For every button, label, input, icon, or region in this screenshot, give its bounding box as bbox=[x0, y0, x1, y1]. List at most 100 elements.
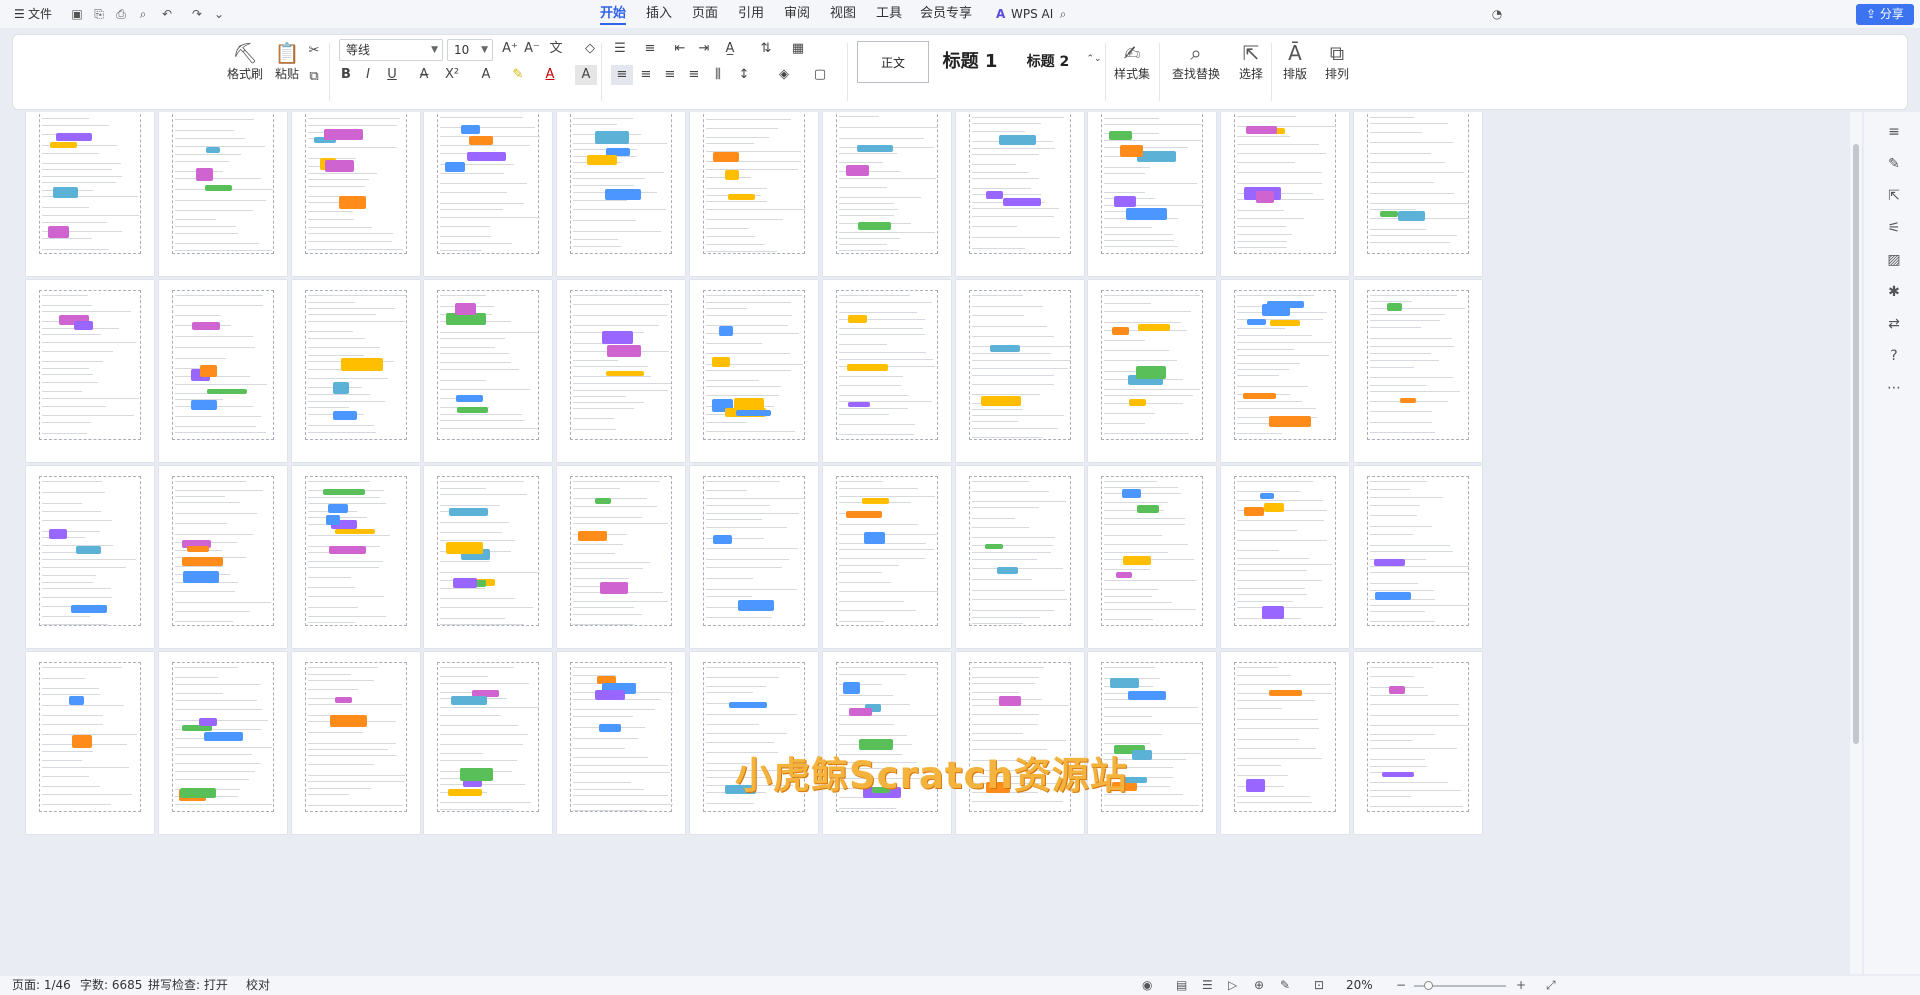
tab-home[interactable]: 开始 bbox=[600, 5, 627, 25]
italic-icon[interactable]: I bbox=[357, 65, 379, 85]
document-canvas[interactable] bbox=[14, 112, 1856, 974]
layout-button[interactable]: Ā 排版 bbox=[1275, 41, 1315, 82]
save-icon[interactable]: ▣ bbox=[68, 5, 86, 23]
document-page-thumbnail[interactable] bbox=[1354, 652, 1482, 834]
format-painter-button[interactable]: ⛏ 格式刷 bbox=[225, 41, 265, 82]
document-page-thumbnail[interactable] bbox=[955, 652, 1084, 834]
spell-check[interactable]: 拼写检查: 打开 bbox=[148, 976, 228, 995]
outline-view-icon[interactable]: ☰ bbox=[1202, 976, 1213, 995]
style-set-button[interactable]: ✍ 样式集 bbox=[1109, 41, 1155, 82]
web-view-icon[interactable]: ⊕ bbox=[1254, 976, 1264, 995]
text-effect-icon[interactable]: A bbox=[475, 65, 497, 85]
tab-member[interactable]: 会员专享 bbox=[920, 5, 972, 25]
document-page-thumbnail[interactable] bbox=[1354, 466, 1482, 648]
font-size-select[interactable]: 10 ▼ bbox=[447, 39, 493, 61]
document-page-thumbnail[interactable] bbox=[1354, 280, 1482, 462]
document-page-thumbnail[interactable] bbox=[1221, 280, 1350, 462]
document-page-thumbnail[interactable] bbox=[690, 112, 818, 276]
word-count[interactable]: 字数: 6685 bbox=[80, 976, 142, 995]
tools-icon[interactable]: ✱ bbox=[1884, 282, 1904, 302]
cut-icon[interactable]: ✂ bbox=[303, 41, 325, 61]
highlight-icon[interactable]: ✎ bbox=[507, 65, 529, 85]
document-page-thumbnail[interactable] bbox=[955, 112, 1084, 276]
font-name-select[interactable]: 等线 ▼ bbox=[339, 39, 443, 61]
document-page-thumbnail[interactable] bbox=[1354, 112, 1482, 276]
distribute-icon[interactable]: ⫼ bbox=[707, 65, 729, 85]
document-page-thumbnail[interactable] bbox=[158, 280, 287, 462]
document-page-thumbnail[interactable] bbox=[26, 112, 154, 276]
document-page-thumbnail[interactable] bbox=[557, 280, 686, 462]
adjust-icon[interactable]: ⚟ bbox=[1884, 218, 1904, 238]
comment-icon[interactable]: ◔ bbox=[1488, 5, 1506, 23]
print-icon[interactable]: ⎙ bbox=[112, 5, 130, 23]
document-page-thumbnail[interactable] bbox=[291, 652, 420, 834]
hamburger-icon[interactable]: ☰ bbox=[14, 5, 25, 23]
align-center-icon[interactable]: ≡ bbox=[635, 65, 657, 85]
document-page-thumbnail[interactable] bbox=[1088, 652, 1217, 834]
zoom-in-icon[interactable]: + bbox=[1516, 976, 1526, 995]
paste-button[interactable]: 📋 粘贴 bbox=[267, 41, 307, 82]
style-heading-1[interactable]: 标题 1 bbox=[935, 41, 1005, 83]
more-icon[interactable]: ⋯ bbox=[1884, 378, 1904, 398]
document-page-thumbnail[interactable] bbox=[424, 112, 553, 276]
numbered-list-icon[interactable]: ≡ bbox=[639, 39, 661, 59]
share-doc-icon[interactable]: ⇄ bbox=[1884, 314, 1904, 334]
document-page-thumbnail[interactable] bbox=[291, 466, 420, 648]
play-icon[interactable]: ▷ bbox=[1228, 976, 1237, 995]
document-page-thumbnail[interactable] bbox=[955, 466, 1084, 648]
document-page-thumbnail[interactable] bbox=[158, 112, 287, 276]
undo-icon[interactable]: ↶ bbox=[158, 5, 176, 23]
document-page-thumbnail[interactable] bbox=[822, 112, 951, 276]
document-page-thumbnail[interactable] bbox=[955, 280, 1084, 462]
scrollbar-thumb[interactable] bbox=[1853, 144, 1859, 744]
customize-toolbar-icon[interactable]: ⌄ bbox=[210, 5, 228, 23]
document-page-thumbnail[interactable] bbox=[424, 652, 553, 834]
bullet-list-icon[interactable]: ☰ bbox=[609, 39, 631, 59]
document-page-thumbnail[interactable] bbox=[1221, 652, 1350, 834]
underline-icon[interactable]: U bbox=[381, 65, 403, 85]
shading-icon[interactable]: ◈ bbox=[773, 65, 795, 85]
line-spacing-icon[interactable]: ↕ bbox=[733, 65, 755, 85]
document-page-thumbnail[interactable] bbox=[158, 652, 287, 834]
increase-indent-icon[interactable]: ⇥ bbox=[693, 39, 715, 59]
font-color-icon[interactable]: A bbox=[539, 65, 561, 85]
document-page-thumbnail[interactable] bbox=[26, 466, 154, 648]
zoom-slider-handle[interactable] bbox=[1424, 981, 1433, 990]
tab-view[interactable]: 视图 bbox=[830, 5, 856, 25]
wps-ai-icon[interactable]: A bbox=[996, 5, 1005, 23]
collapse-icon[interactable]: ≡ bbox=[1884, 122, 1904, 142]
zoom-slider[interactable] bbox=[1414, 981, 1506, 990]
align-left-icon[interactable]: ≡ bbox=[611, 65, 633, 85]
document-page-thumbnail[interactable] bbox=[822, 466, 951, 648]
fit-page-icon[interactable]: ⊡ bbox=[1314, 976, 1324, 995]
document-page-thumbnail[interactable] bbox=[690, 280, 818, 462]
document-page-thumbnail[interactable] bbox=[1088, 280, 1217, 462]
document-page-thumbnail[interactable] bbox=[690, 652, 818, 834]
document-page-thumbnail[interactable] bbox=[822, 280, 951, 462]
pointer-icon[interactable]: ⇱ bbox=[1884, 186, 1904, 206]
tab-insert[interactable]: 插入 bbox=[646, 5, 672, 25]
tab-reference[interactable]: 引用 bbox=[738, 5, 764, 25]
style-gallery-scroll-icon[interactable]: ⌃⌄ bbox=[1083, 49, 1105, 69]
document-page-thumbnail[interactable] bbox=[557, 112, 686, 276]
document-page-thumbnail[interactable] bbox=[424, 280, 553, 462]
export-icon[interactable]: ⎘ bbox=[90, 5, 108, 23]
strikethrough-icon[interactable]: A̶ bbox=[413, 65, 435, 85]
wps-ai-button[interactable]: WPS AI bbox=[1011, 5, 1053, 23]
document-page-thumbnail[interactable] bbox=[690, 466, 818, 648]
document-page-thumbnail[interactable] bbox=[424, 466, 553, 648]
redo-icon[interactable]: ↷ bbox=[188, 5, 206, 23]
document-page-thumbnail[interactable] bbox=[557, 466, 686, 648]
text-direction-icon[interactable]: A̲ bbox=[719, 39, 741, 59]
document-page-thumbnail[interactable] bbox=[1221, 466, 1350, 648]
document-page-thumbnail[interactable] bbox=[291, 280, 420, 462]
copy-icon[interactable]: ⧉ bbox=[303, 67, 325, 87]
document-page-thumbnail[interactable] bbox=[822, 652, 951, 834]
fullscreen-icon[interactable]: ⤢ bbox=[1546, 976, 1556, 995]
image-icon[interactable]: ▨ bbox=[1884, 250, 1904, 270]
tab-page[interactable]: 页面 bbox=[692, 5, 718, 25]
table-grid-icon[interactable]: ▦ bbox=[787, 39, 809, 59]
file-menu[interactable]: 文件 bbox=[28, 5, 52, 23]
document-page-thumbnail[interactable] bbox=[1221, 112, 1350, 276]
style-heading-2[interactable]: 标题 2 bbox=[1013, 41, 1083, 83]
